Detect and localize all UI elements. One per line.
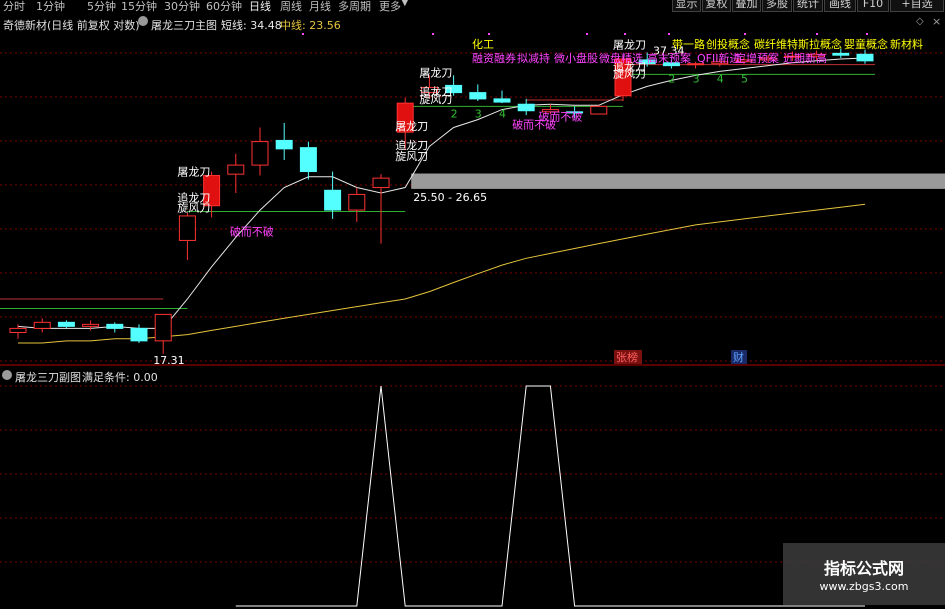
signal-label-tulong: 屠龙刀 — [395, 120, 428, 133]
candle-down — [275, 139, 293, 150]
signal-label-tulong: 屠龙刀 — [177, 165, 210, 178]
zone-range-label: 25.50 - 26.65 — [413, 191, 487, 204]
candle-down — [517, 103, 535, 112]
watermark: 指标公式网 www.zbgs3.com — [783, 543, 945, 605]
event-dot — [624, 33, 626, 35]
candle-down — [130, 327, 148, 342]
concept-tag: 近期新高 — [783, 51, 827, 65]
event-dot — [432, 33, 434, 35]
concept-tag: 碳纤维 — [754, 37, 787, 51]
candle-up — [178, 215, 196, 241]
candle-up — [82, 323, 100, 327]
concept-tag: 微盘精选 — [599, 51, 643, 65]
candle-down — [856, 53, 874, 62]
signal-label-tulong: 屠龙刀 — [419, 66, 452, 79]
signal-label-tulong: 屠龙刀 — [613, 39, 646, 52]
event-dot — [668, 33, 670, 35]
main-price-chart[interactable]: 25.50 - 26.65 37.3417.31屠龙刀追龙刀旋风刀屠龙刀追龙刀旋… — [0, 0, 945, 609]
watermark-url: www.zbgs3.com — [819, 580, 909, 593]
concept-tag: 新材料 — [890, 37, 923, 51]
price-zone-band — [411, 173, 945, 189]
signal-label-xuanfeng: 旋风刀 — [419, 92, 452, 106]
count-label: 4 — [717, 72, 724, 85]
event-dot — [866, 33, 868, 35]
event-dot — [816, 33, 818, 35]
candle-down — [324, 189, 342, 211]
candle-down — [493, 98, 511, 103]
candle-down — [106, 323, 124, 329]
concept-tag: 高末预案 — [647, 51, 691, 65]
concept-tag: 拟减持 — [517, 51, 550, 65]
concept-tag: 婴童概念 — [844, 37, 888, 51]
watermark-title: 指标公式网 — [823, 559, 904, 578]
candle-up — [9, 327, 27, 334]
event-tag-label: 财 — [733, 350, 744, 364]
event-dot — [586, 33, 588, 35]
count-label: 4 — [499, 107, 506, 120]
concept-tag: 融资融券 — [472, 51, 516, 65]
low-price-label: 17.31 — [153, 354, 185, 367]
mid-ma-line — [18, 203, 866, 344]
signal-label-xuanfeng: 旋风刀 — [613, 66, 646, 80]
event-dot — [302, 33, 304, 35]
event-dot — [744, 33, 746, 35]
concept-tag: 定增预案 — [735, 51, 779, 65]
concept-tag: QFII新进 — [697, 51, 740, 65]
concept-tag: 微小盘股 — [554, 51, 598, 65]
break-signal-label: 破而不破 — [538, 110, 582, 124]
candle-up — [251, 141, 269, 166]
concept-tag: 化工 — [472, 37, 494, 51]
break-signal-label: 破而不破 — [230, 225, 274, 239]
signal-label-xuanfeng: 旋风刀 — [395, 149, 428, 163]
signal-label-xuanfeng: 旋风刀 — [177, 201, 210, 215]
count-label: 2 — [451, 107, 458, 120]
count-label: 3 — [475, 107, 482, 120]
event-tag-label: 张榜 — [616, 350, 638, 364]
count-label: 3 — [693, 72, 700, 85]
candle-up — [348, 193, 366, 211]
candle-up — [372, 177, 390, 189]
candle-down — [469, 92, 487, 100]
concept-tag: 带一路 — [672, 38, 705, 51]
candle-up — [33, 321, 51, 329]
candle-down — [832, 52, 850, 56]
candle-up — [590, 105, 608, 115]
candle-up — [227, 164, 245, 175]
count-label: 5 — [741, 72, 748, 85]
event-dot — [488, 33, 490, 35]
candle-down — [57, 321, 75, 327]
count-label: 2 — [668, 72, 675, 85]
concept-tag: 创投概念 — [706, 37, 750, 51]
candle-down — [299, 147, 317, 173]
candle-up — [154, 313, 172, 342]
concept-tag: 特斯拉概念 — [787, 37, 842, 51]
sub-signal-line — [235, 385, 865, 607]
